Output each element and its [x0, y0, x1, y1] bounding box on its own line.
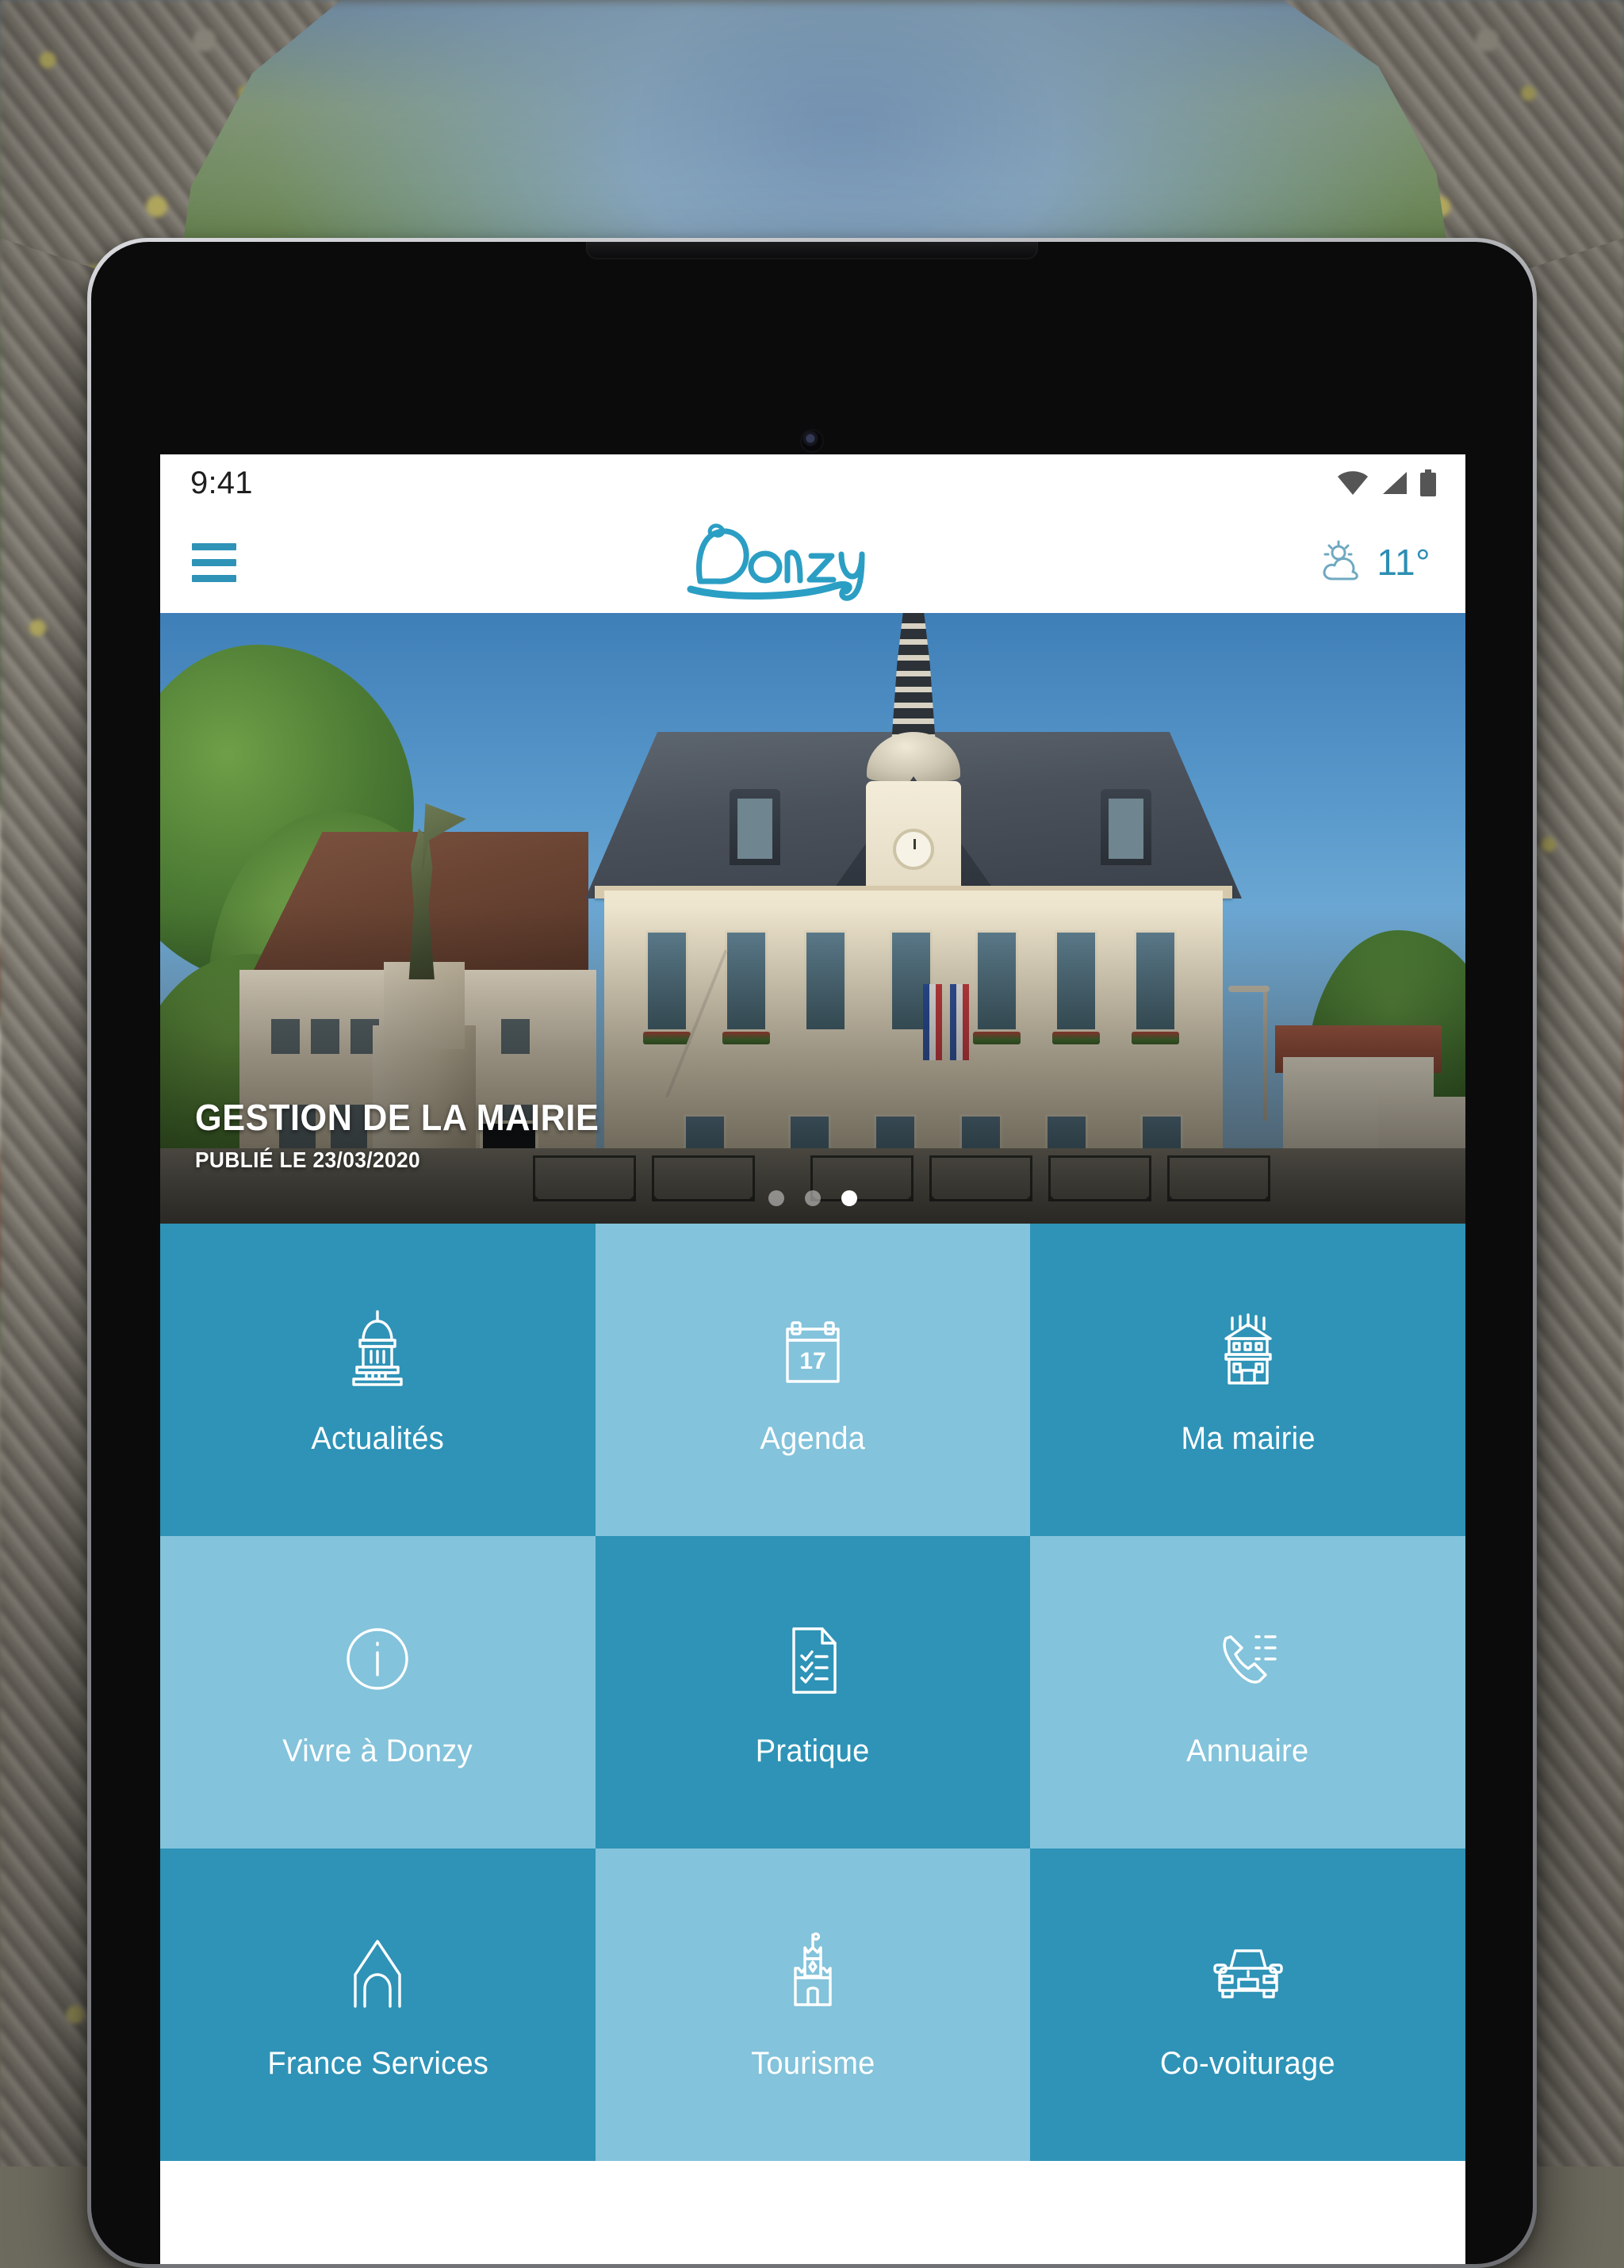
svg-text:17: 17	[799, 1348, 825, 1374]
status-time: 9:41	[190, 465, 253, 501]
tile-pratique[interactable]: Pratique	[596, 1536, 1031, 1848]
tile-tourisme[interactable]: Tourisme	[596, 1848, 1031, 2161]
weather-temperature: 11°	[1377, 541, 1431, 584]
capitol-dome-icon	[335, 1304, 420, 1389]
tile-label: Ma mairie	[1181, 1421, 1315, 1457]
tile-label: Annuaire	[1186, 1734, 1308, 1769]
arch-house-icon	[335, 1929, 420, 2014]
tile-label: France Services	[267, 2046, 488, 2082]
partly-cloudy-icon	[1318, 539, 1367, 585]
carousel-dot-1[interactable]	[768, 1190, 784, 1206]
tile-agenda[interactable]: 17 Agenda	[596, 1224, 1031, 1536]
tile-label: Actualités	[312, 1421, 445, 1457]
hamburger-menu-icon[interactable]	[192, 540, 241, 584]
tile-vivre-a-donzy[interactable]: Vivre à Donzy	[160, 1536, 596, 1848]
hero-published-date: PUBLIÉ LE 23/03/2020	[195, 1147, 599, 1173]
carousel-dot-3[interactable]	[841, 1190, 857, 1206]
tile-france-services[interactable]: France Services	[160, 1848, 596, 2161]
wifi-icon	[1337, 470, 1369, 496]
battery-icon	[1419, 469, 1437, 496]
car-front-icon	[1205, 1929, 1291, 2014]
tile-label: Co-voiturage	[1160, 2046, 1335, 2082]
carousel-dot-2[interactable]	[805, 1190, 821, 1206]
tile-co-voiturage[interactable]: Co-voiturage	[1030, 1848, 1465, 2161]
tablet-device: 9:41	[87, 238, 1537, 2268]
app-screen: 9:41	[160, 454, 1465, 2264]
status-icons	[1337, 469, 1437, 496]
hero-caption: GESTION DE LA MAIRIE PUBLIÉ LE 23/03/202…	[195, 1098, 625, 1173]
tile-label: Tourisme	[751, 2046, 875, 2082]
donzy-logo-icon	[676, 519, 883, 605]
castle-tower-icon	[770, 1929, 856, 2014]
tile-actualites[interactable]: Actualités	[160, 1224, 596, 1536]
status-bar: 9:41	[160, 454, 1465, 511]
carousel-dots[interactable]	[768, 1190, 857, 1206]
tile-label: Vivre à Donzy	[283, 1734, 473, 1769]
tile-ma-mairie[interactable]: Ma mairie	[1030, 1224, 1465, 1536]
cellular-signal-icon	[1380, 470, 1408, 496]
speaker-slot	[586, 242, 1038, 259]
phone-list-icon	[1205, 1616, 1291, 1702]
tile-annuaire[interactable]: Annuaire	[1030, 1536, 1465, 1848]
hero-carousel[interactable]: GESTION DE LA MAIRIE PUBLIÉ LE 23/03/202…	[160, 613, 1465, 1224]
info-circle-icon	[335, 1616, 420, 1702]
calendar-17-icon: 17	[770, 1304, 856, 1389]
app-bar: 11°	[160, 511, 1465, 613]
front-camera-icon	[802, 431, 822, 451]
hero-title: GESTION DE LA MAIRIE	[195, 1098, 599, 1136]
donzy-logo[interactable]	[241, 511, 1318, 613]
weather-widget[interactable]: 11°	[1318, 539, 1442, 585]
checklist-doc-icon	[770, 1616, 856, 1702]
townhall-icon	[1205, 1304, 1291, 1389]
tile-label: Pratique	[756, 1734, 870, 1769]
tile-label: Agenda	[760, 1421, 866, 1457]
home-tile-grid: Actualités 17 Agenda	[160, 1224, 1465, 2161]
